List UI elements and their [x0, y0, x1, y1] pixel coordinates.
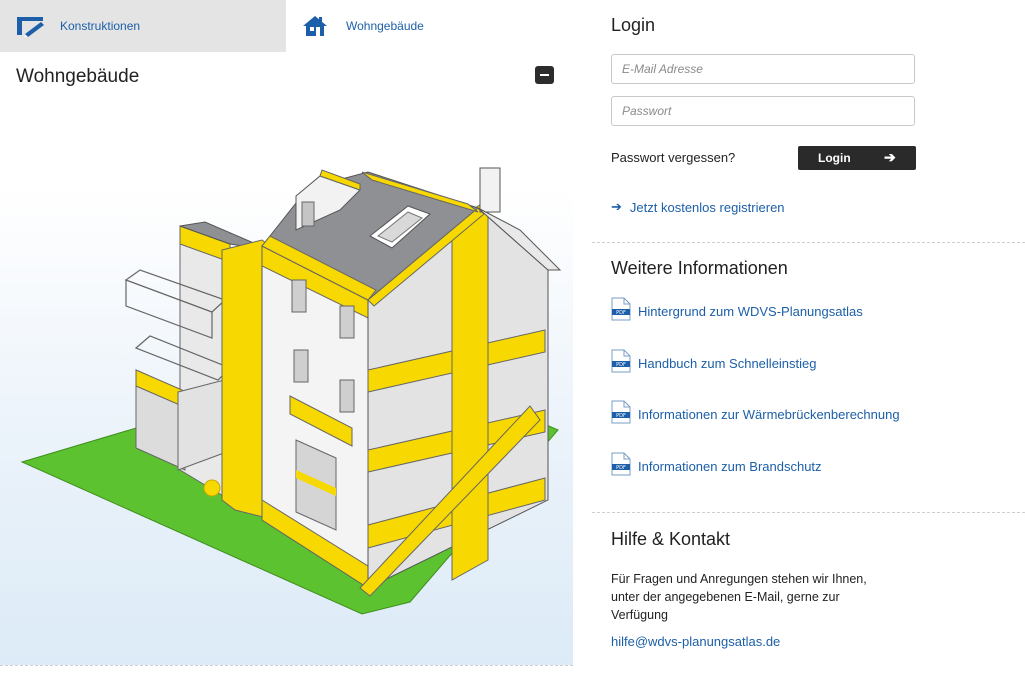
collapse-button[interactable]	[535, 66, 554, 84]
help-title: Hilfe & Kontakt	[611, 529, 731, 549]
house-icon	[302, 13, 334, 39]
svg-text:PDF: PDF	[616, 310, 626, 316]
help-text-line: Für Fragen und Anregungen stehen wir Ihn…	[611, 572, 867, 586]
svg-text:PDF: PDF	[616, 413, 626, 419]
tab-bar: Konstruktionen Wohngebäude	[0, 0, 573, 52]
svg-text:PDF: PDF	[616, 465, 626, 471]
building-3d-model[interactable]	[0, 52, 573, 665]
divider-line	[592, 512, 1025, 513]
pdf-icon: PDF	[611, 452, 631, 481]
info-title: Weitere Informationen	[611, 258, 788, 278]
help-email-link[interactable]: hilfe@wdvs-planungsatlas.de	[611, 634, 780, 649]
viewer-title: Wohngebäude	[16, 66, 140, 87]
divider-line	[592, 242, 1025, 243]
help-text-line: Verfügung	[611, 608, 668, 622]
arrow-right-icon: ➔	[884, 149, 896, 165]
tab-konstruktionen[interactable]: Konstruktionen	[0, 0, 286, 52]
tab-label: Konstruktionen	[60, 19, 141, 33]
pdf-link-label: Informationen zum Brandschutz	[638, 458, 822, 474]
register-link[interactable]: ➔ Jetzt kostenlos registrieren	[611, 199, 785, 215]
login-button[interactable]: Login ➔	[798, 146, 916, 170]
register-label: Jetzt kostenlos registrieren	[629, 199, 785, 215]
login-title: Login	[611, 15, 656, 35]
right-panel: Login Passwort vergessen? Login ➔ ➔ Jetz…	[592, 0, 1025, 683]
email-field[interactable]	[611, 54, 915, 84]
pdf-link-label: Hintergrund zum WDVS-Planungsatlas	[638, 303, 863, 319]
pdf-icon: PDF	[611, 400, 631, 429]
pdf-link-brandschutz[interactable]: PDF Informationen zum Brandschutz	[611, 452, 822, 481]
pdf-link-handbuch[interactable]: PDF Handbuch zum Schnelleinstieg	[611, 349, 817, 378]
pdf-link-label: Handbuch zum Schnelleinstieg	[638, 355, 817, 371]
forgot-password-link[interactable]: Passwort vergessen?	[611, 150, 735, 165]
pdf-link-waermebruecken[interactable]: PDF Informationen zur Wärmebrückenberech…	[611, 400, 900, 429]
pdf-link-hintergrund[interactable]: PDF Hintergrund zum WDVS-Planungsatlas	[611, 297, 863, 326]
tab-wohngebaeude[interactable]: Wohngebäude	[286, 0, 573, 52]
pdf-link-label: Informationen zur Wärmebrückenberechnung	[638, 406, 900, 422]
left-panel: Konstruktionen Wohngebäude Wohngebäude	[0, 0, 573, 666]
pdf-icon: PDF	[611, 297, 631, 326]
divider-line	[0, 665, 573, 666]
building-viewer: Wohngebäude	[0, 52, 573, 665]
tab-label: Wohngebäude	[346, 19, 424, 33]
login-button-label: Login	[818, 151, 851, 165]
arrow-right-icon: ➔	[611, 199, 622, 214]
svg-text:PDF: PDF	[616, 362, 626, 368]
help-text-line: unter der angegebenen E-Mail, gerne zur	[611, 590, 840, 604]
pdf-icon: PDF	[611, 349, 631, 378]
password-field[interactable]	[611, 96, 915, 126]
help-text: Für Fragen und Anregungen stehen wir Ihn…	[611, 570, 911, 624]
pencil-ruler-icon	[16, 13, 48, 39]
